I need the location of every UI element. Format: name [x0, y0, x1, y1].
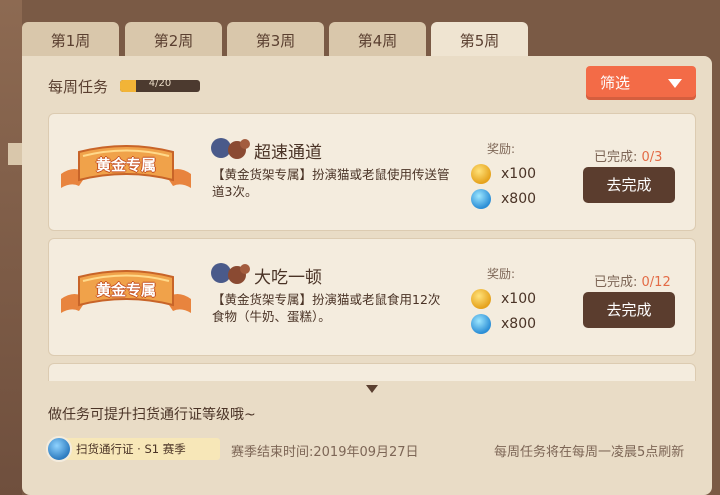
battle-pass-badge[interactable]: 扫货通行证 · S1 赛季 — [46, 436, 220, 462]
tab-week-1[interactable]: 第1周 — [22, 22, 119, 58]
task-card: 黄金专属 大吃一顿 【黄金货架专属】扮演猫或老鼠食用12次食物（牛奶、蛋糕）。 … — [48, 238, 696, 356]
gem-icon — [471, 314, 491, 334]
filter-label: 筛选 — [600, 74, 631, 92]
task-list[interactable]: 黄金专属 超速通道 【黄金货架专属】扮演猫或老鼠使用传送管道3次。 奖励: x1… — [48, 113, 696, 381]
background-edge — [0, 0, 22, 495]
coin-icon — [471, 164, 491, 184]
completion-status: 已完成: 0/12 — [594, 271, 671, 290]
globe-icon — [46, 436, 72, 462]
task-title: 超速通道 — [254, 143, 322, 163]
completion-label: 已完成: — [594, 275, 642, 290]
reward-label: 奖励: — [487, 142, 516, 156]
completion-status: 已完成: 0/3 — [594, 146, 662, 165]
season-end-time: 赛季结束时间:2019年09月27日 — [231, 445, 419, 460]
cat-mouse-icon — [211, 263, 250, 284]
tab-week-4[interactable]: 第4周 — [329, 22, 426, 58]
reward-gem-value: x800 — [501, 191, 537, 207]
tab-week-2[interactable]: 第2周 — [125, 22, 222, 58]
reward-label: 奖励: — [487, 267, 516, 281]
week-tabs: 第1周 第2周 第3周 第4周 第5周 — [22, 22, 528, 60]
progress-text: 4/20 — [148, 80, 172, 89]
side-tag — [8, 143, 22, 165]
dropdown-arrow-icon — [668, 79, 682, 88]
reward-coin-value: x100 — [501, 166, 537, 182]
weekly-progress-bar: 4/20 — [120, 80, 200, 92]
gold-exclusive-badge: 黄金专属 — [57, 136, 195, 206]
scroll-down-icon[interactable] — [366, 385, 378, 393]
weekly-task-label: 每周任务 — [48, 78, 109, 96]
tab-week-5[interactable]: 第5周 — [431, 22, 528, 60]
reward-coin-value: x100 — [501, 291, 537, 307]
coin-icon — [471, 289, 491, 309]
gold-exclusive-badge: 黄金专属 — [57, 261, 195, 331]
task-card — [48, 363, 696, 381]
go-complete-button[interactable]: 去完成 — [583, 167, 675, 203]
task-title: 大吃一顿 — [254, 268, 322, 288]
completion-label: 已完成: — [594, 150, 642, 165]
task-card: 黄金专属 超速通道 【黄金货架专属】扮演猫或老鼠使用传送管道3次。 奖励: x1… — [48, 113, 696, 231]
completion-value: 0/3 — [641, 150, 663, 165]
badge-text: 黄金专属 — [95, 156, 156, 174]
reward-gem-value: x800 — [501, 316, 537, 332]
gem-icon — [471, 189, 491, 209]
go-complete-button[interactable]: 去完成 — [583, 292, 675, 328]
hint-text: 做任务可提升扫货通行证等级哦~ — [48, 407, 256, 423]
refresh-note: 每周任务将在每周一凌晨5点刷新 — [494, 445, 685, 460]
cat-mouse-icon — [211, 138, 250, 159]
completion-value: 0/12 — [641, 275, 671, 290]
filter-dropdown[interactable]: 筛选 — [586, 66, 696, 100]
badge-text: 黄金专属 — [95, 281, 156, 299]
task-description: 【黄金货架专属】扮演猫或老鼠食用12次食物（牛奶、蛋糕）。 — [212, 292, 441, 324]
pass-label: 扫货通行证 · S1 赛季 — [76, 442, 186, 456]
task-description: 【黄金货架专属】扮演猫或老鼠使用传送管道3次。 — [212, 167, 450, 199]
tab-week-3[interactable]: 第3周 — [227, 22, 324, 58]
